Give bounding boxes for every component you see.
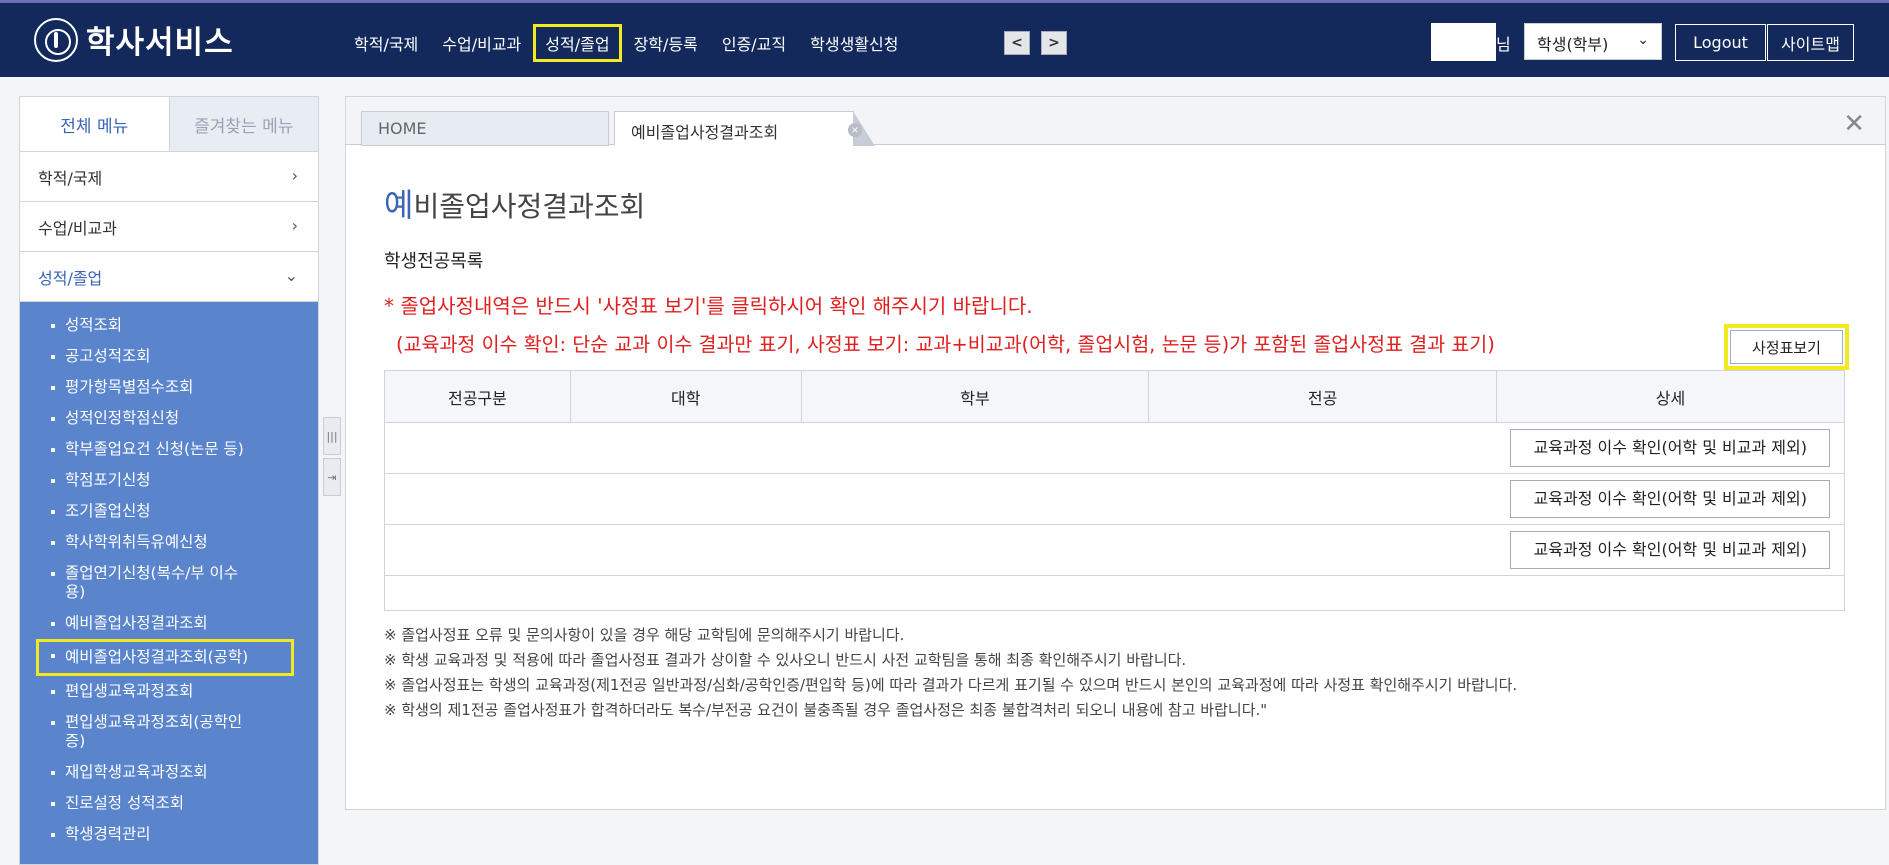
sidebar-toggle-icon[interactable]: ⇥: [323, 458, 341, 496]
role-select-value: 학생(학부): [1537, 35, 1609, 54]
sidebar-item[interactable]: 예비졸업사정결과조회: [20, 608, 260, 639]
table-row: 교육과정 이수 확인(어학 및 비교과 제외): [384, 473, 1845, 525]
nav-item-scholarship[interactable]: 장학/등록: [622, 24, 710, 62]
tab-all-menu[interactable]: 전체 메뉴: [20, 97, 169, 151]
major-table: 전공구분 대학 학부 전공 상세 교육과정 이수 확인(어학 및 비교과 제외)…: [384, 370, 1845, 611]
sidebar-item[interactable]: 학사학위취득유예신청: [20, 527, 260, 558]
page-title-first-char: 예: [384, 186, 414, 224]
nav-item-academic-record[interactable]: 학적/국제: [342, 24, 430, 62]
sidebar-item[interactable]: 성적조회: [20, 310, 260, 341]
curriculum-check-button[interactable]: 교육과정 이수 확인(어학 및 비교과 제외): [1510, 531, 1831, 569]
note-line: ※ 학생의 제1전공 졸업사정표가 합격하더라도 복수/부전공 요건이 불충족될…: [384, 701, 1268, 719]
sidebar-item[interactable]: 조기졸업신청: [20, 496, 260, 527]
chevron-left-icon: <: [1011, 35, 1023, 51]
table-row-empty: [384, 575, 1845, 611]
view-assessment-button[interactable]: 사정표보기: [1730, 330, 1843, 364]
sidebar-item[interactable]: 졸업연기신청(복수/부 이수 용): [20, 558, 260, 608]
note-line: ※ 졸업사정표는 학생의 교육과정(제1전공 일반과정/심화/공학인증/편입학 …: [384, 676, 1518, 694]
sidebar-item[interactable]: 공고성적조회: [20, 341, 260, 372]
sidebar-item[interactable]: 진로설정 성적조회: [20, 788, 260, 819]
nav-prev-button[interactable]: <: [1004, 31, 1030, 55]
logo[interactable]: 학사서비스: [34, 17, 234, 62]
sidebar-category-grades-graduation[interactable]: 성적/졸업 ⌄: [20, 252, 318, 302]
sidebar-tabs: 전체 메뉴 즐겨찾는 메뉴: [20, 97, 318, 152]
sidebar-item[interactable]: 학점포기신청: [20, 465, 260, 496]
sitemap-button[interactable]: 사이트맵: [1767, 24, 1854, 61]
nav-item-class[interactable]: 수업/비교과: [430, 24, 533, 62]
top-nav: 학적/국제 수업/비교과 성적/졸업 장학/등록 인증/교직 학생생활신청: [342, 24, 910, 62]
sidebar-submenu: 성적조회 공고성적조회 평가항목별점수조회 성적인정학점신청 학부졸업요건 신청…: [20, 302, 318, 864]
view-button-highlight: 사정표보기: [1724, 324, 1849, 370]
sidebar-item-active[interactable]: 예비졸업사정결과조회(공학): [36, 639, 294, 676]
logout-button[interactable]: Logout: [1675, 24, 1766, 61]
sidebar-item[interactable]: 편입생교육과정조회: [20, 676, 260, 707]
table-header-row: 전공구분 대학 학부 전공 상세: [384, 370, 1845, 423]
page-title-rest: 비졸업사정결과조회: [413, 190, 646, 223]
column-header: 전공구분: [384, 370, 571, 423]
sidebar-category-label: 학적/국제: [38, 168, 103, 188]
close-icon[interactable]: ×: [848, 123, 862, 137]
tab-favorite-menu[interactable]: 즐겨찾는 메뉴: [168, 97, 318, 151]
column-header: 학부: [800, 370, 1150, 423]
sidebar-item[interactable]: 편입생교육과정조회(공학인증): [20, 707, 260, 757]
user-name-redacted: [1431, 23, 1496, 61]
curriculum-check-button[interactable]: 교육과정 이수 확인(어학 및 비교과 제외): [1510, 429, 1831, 467]
table-cell-redacted: [384, 473, 1497, 525]
role-select[interactable]: 학생(학부) ⌄: [1524, 23, 1662, 60]
sidebar-category-label: 성적/졸업: [38, 268, 103, 288]
sidebar-item[interactable]: 학부졸업요건 신청(논문 등): [20, 434, 260, 465]
table-cell-action: 교육과정 이수 확인(어학 및 비교과 제외): [1496, 473, 1845, 525]
collapse-handle-icon[interactable]: |||: [323, 417, 341, 455]
table-cell-action: 교육과정 이수 확인(어학 및 비교과 제외): [1496, 422, 1845, 474]
notice-subtext: (교육과정 이수 확인: 단순 교과 이수 결과만 표기, 사정표 보기: 교과…: [396, 333, 1495, 356]
chevron-down-icon: ⌄: [284, 266, 298, 285]
nav-item-grades-graduation[interactable]: 성적/졸업: [533, 24, 622, 62]
chevron-right-icon: ›: [291, 166, 298, 185]
chevron-right-icon: >: [1048, 35, 1060, 51]
chevron-down-icon: ⌄: [1637, 32, 1649, 48]
table-cell-redacted: [384, 422, 1497, 474]
table-cell-action: 교육과정 이수 확인(어학 및 비교과 제외): [1496, 524, 1845, 576]
panel-close-icon[interactable]: ✕: [1843, 109, 1865, 139]
nav-next-button[interactable]: >: [1041, 31, 1067, 55]
sidebar-item[interactable]: 평가항목별점수조회: [20, 372, 260, 403]
nav-item-certification[interactable]: 인증/교직: [710, 24, 798, 62]
university-seal-icon: [34, 17, 78, 62]
table-cell-redacted: [384, 524, 1497, 576]
sidebar-category-class[interactable]: 수업/비교과 ›: [20, 202, 318, 252]
page-title: 예비졸업사정결과조회: [384, 180, 645, 226]
sidebar-item[interactable]: 학생경력관리: [20, 819, 260, 850]
main-panel: HOME 예비졸업사정결과조회 × ✕ 예비졸업사정결과조회 학생전공목록 * …: [345, 96, 1886, 810]
note-line: ※ 졸업사정표 오류 및 문의사항이 있을 경우 해당 교학팀에 문의해주시기 …: [384, 626, 905, 644]
notice-text: * 졸업사정내역은 반드시 '사정표 보기'를 클릭하시어 확인 해주시기 바랍…: [384, 294, 1033, 318]
column-header: 전공: [1148, 370, 1497, 423]
sidebar-item[interactable]: 재입학생교육과정조회: [20, 757, 260, 788]
sidebar-category-academic-record[interactable]: 학적/국제 ›: [20, 152, 318, 202]
top-header: 학사서비스 학적/국제 수업/비교과 성적/졸업 장학/등록 인증/교직 학생생…: [0, 0, 1889, 77]
user-suffix: 님: [1496, 35, 1511, 54]
tab-current[interactable]: 예비졸업사정결과조회: [614, 111, 875, 146]
table-cell-empty: [384, 575, 1845, 611]
table-row: 교육과정 이수 확인(어학 및 비교과 제외): [384, 524, 1845, 576]
sidebar-category-label: 수업/비교과: [38, 218, 117, 238]
tab-bar: HOME 예비졸업사정결과조회 × ✕: [346, 97, 1885, 146]
tab-home[interactable]: HOME: [361, 111, 609, 146]
sidebar-item[interactable]: 성적인정학점신청: [20, 403, 260, 434]
nav-item-student-life[interactable]: 학생생활신청: [798, 24, 910, 62]
table-row: 교육과정 이수 확인(어학 및 비교과 제외): [384, 422, 1845, 474]
notes: ※ 졸업사정표 오류 및 문의사항이 있을 경우 해당 교학팀에 문의해주시기 …: [384, 623, 1517, 723]
column-header: 대학: [569, 370, 802, 423]
sidebar: 전체 메뉴 즐겨찾는 메뉴 학적/국제 › 수업/비교과 › 성적/졸업 ⌄ 성…: [19, 96, 319, 865]
curriculum-check-button[interactable]: 교육과정 이수 확인(어학 및 비교과 제외): [1510, 480, 1831, 518]
note-line: ※ 학생 교육과정 및 적용에 따라 졸업사정표 결과가 상이할 수 있사오니 …: [384, 651, 1187, 669]
logo-text: 학사서비스: [86, 25, 234, 61]
section-title: 학생전공목록: [384, 251, 484, 272]
column-header: 상세: [1496, 370, 1845, 423]
chevron-right-icon: ›: [291, 216, 298, 235]
